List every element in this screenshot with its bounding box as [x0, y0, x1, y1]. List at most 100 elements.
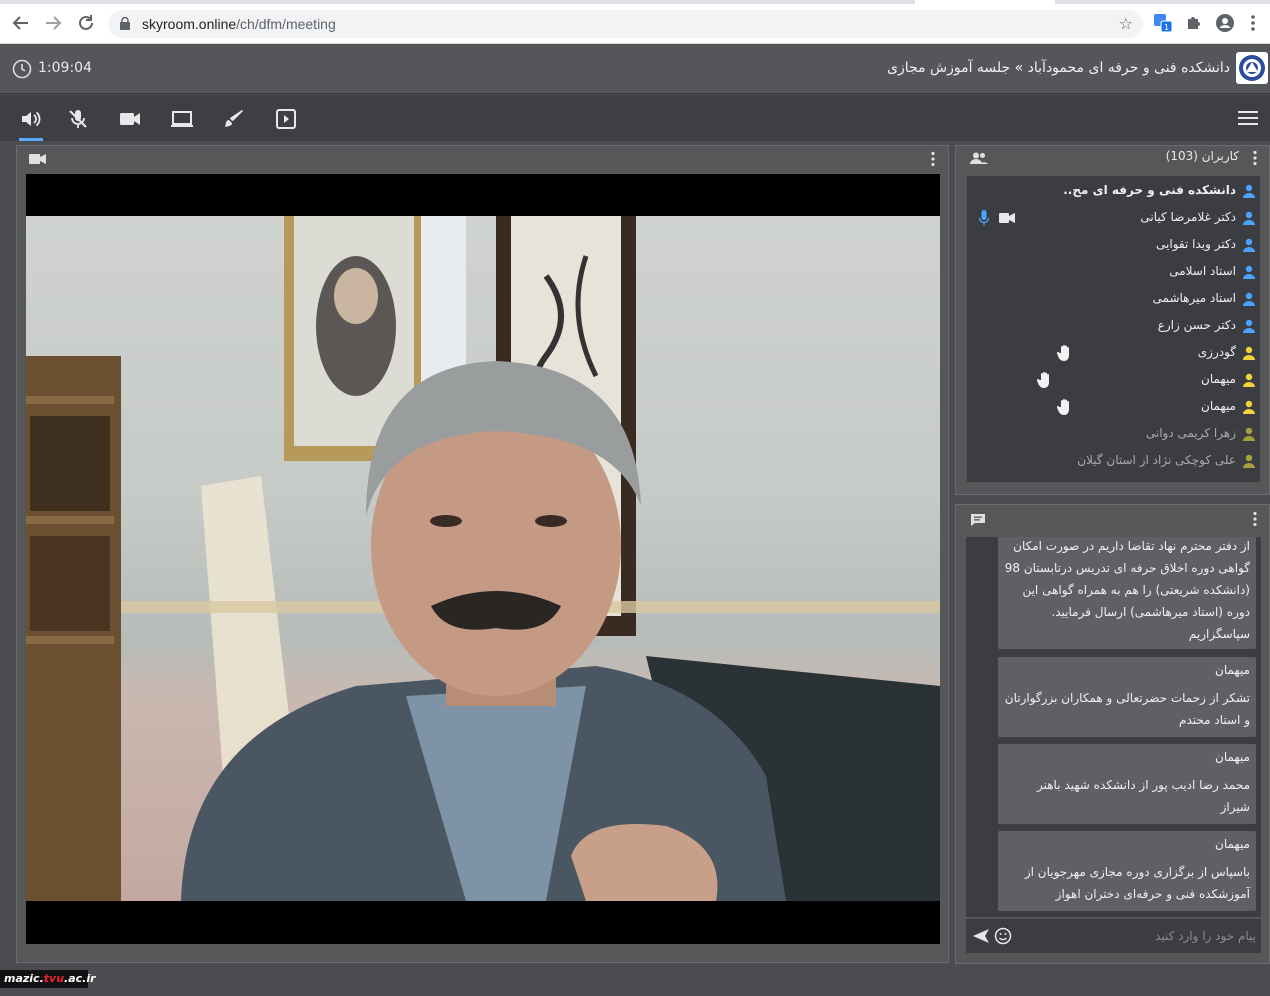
user-row[interactable]: زهرا کریمی دوانی: [967, 421, 1260, 448]
media-toolbar: [0, 95, 1270, 141]
message-sender: میهمان: [1215, 663, 1250, 677]
footer: [0, 967, 1270, 996]
user-row[interactable]: میهمان: [967, 367, 1260, 394]
user-name: دکتر غلامرضا کیانی: [1140, 210, 1236, 224]
active-tab[interactable]: [915, 0, 1055, 4]
screen-share-button[interactable]: [170, 107, 194, 131]
user-row[interactable]: گودرزی: [967, 340, 1260, 367]
tab-strip: [0, 0, 1270, 4]
url-host: skyroom.online: [142, 16, 237, 32]
forward-button[interactable]: [42, 12, 64, 34]
chat-messages[interactable]: از دفتر محترم نهاد تقاضا داریم در صورت ا…: [966, 537, 1261, 917]
emoji-icon[interactable]: [994, 927, 1012, 945]
address-bar[interactable]: skyroom.online/ch/dfm/meeting ☆: [108, 10, 1143, 38]
clock-icon: [12, 59, 32, 79]
reload-icon: [79, 15, 93, 30]
user-row[interactable]: استاد اسلامی: [967, 259, 1260, 286]
camera-on-icon: [999, 213, 1015, 223]
chat-options-icon[interactable]: [1253, 511, 1257, 527]
user-icon: [1243, 238, 1255, 252]
user-name: دکتر ویدا تقوایی: [1156, 237, 1236, 251]
message-text: باسپاس از برگزاری دوره مجازی مهرجویان از…: [1024, 865, 1250, 901]
institution-logo: [1236, 52, 1268, 84]
user-icon: [1243, 373, 1255, 387]
whiteboard-button[interactable]: [222, 107, 246, 131]
url-path: /ch/dfm/meeting: [236, 16, 336, 32]
user-name: گودرزی: [1197, 345, 1236, 359]
send-icon[interactable]: [972, 927, 990, 945]
user-icon: [1243, 427, 1255, 441]
mic-off-icon: [69, 110, 87, 128]
chat-bubble-icon: [971, 514, 985, 526]
user-row[interactable]: دکتر حسن زارع: [967, 313, 1260, 340]
user-name: میهمان: [1201, 372, 1236, 386]
user-name: زهرا کریمی دوانی: [1145, 426, 1236, 440]
user-icon: [1243, 265, 1255, 279]
user-icon: [1243, 319, 1255, 333]
svg-text:1: 1: [1164, 23, 1169, 32]
arrow-right-icon: [46, 16, 62, 30]
video-options-icon[interactable]: [931, 151, 935, 167]
user-name: دکتر حسن زارع: [1157, 318, 1236, 332]
users-group-icon: [970, 152, 988, 164]
user-row[interactable]: دکتر غلامرضا کیانی: [967, 205, 1260, 232]
user-icon: [1243, 292, 1255, 306]
watermark-suffix: .ac.ir: [64, 972, 96, 985]
speaker-icon: [22, 111, 41, 127]
webcam-feed: [26, 216, 940, 901]
chat-message: از دفتر محترم نهاد تقاضا داریم در صورت ا…: [998, 537, 1256, 649]
browser-toolbar: skyroom.online/ch/dfm/meeting ☆ 1: [0, 0, 1270, 44]
translate-extension-icon[interactable]: 1: [1153, 13, 1173, 33]
chat-message: میهمان تشکر از زحمات حضرتعالی و همکاران ب…: [998, 657, 1256, 737]
extensions-puzzle-icon[interactable]: [1184, 13, 1204, 33]
room-title: دانشکده فنی و حرفه ای محمودآباد » جلسه آ…: [887, 60, 1230, 76]
user-row[interactable]: علی کوچکی نژاد از استان گیلان: [967, 448, 1260, 475]
watermark-accent: tvu: [43, 972, 65, 985]
lock-icon: [120, 17, 130, 30]
message-text: محمد رضا ادیب پور از دانشکده شهید باهنر …: [1036, 778, 1250, 814]
browser-menu-icon[interactable]: [1249, 13, 1257, 33]
app: skyroom.online/ch/dfm/meeting ☆ 1 1:09:0…: [0, 0, 1270, 996]
profile-avatar-icon[interactable]: [1215, 13, 1235, 33]
meeting-timer: 1:09:04: [38, 60, 92, 76]
user-row[interactable]: دانشکده فنی و حرفه ای مح..: [967, 178, 1260, 205]
chat-composer: [966, 919, 1261, 953]
users-options-icon[interactable]: [1253, 150, 1257, 166]
presentation-button[interactable]: [274, 107, 298, 131]
raised-hand-icon: [1057, 345, 1069, 361]
presentation-icon: [276, 109, 296, 129]
users-list[interactable]: دانشکده فنی و حرفه ای مح.. دکتر غلامرضا ک…: [966, 175, 1261, 483]
message-sender: میهمان: [1215, 750, 1250, 764]
video-stream[interactable]: [26, 174, 940, 944]
speaker-button[interactable]: [19, 107, 43, 141]
bookmark-star-icon[interactable]: ☆: [1119, 14, 1133, 33]
video-camera-icon: [29, 154, 46, 164]
message-text: تشکر از زحمات حضرتعالی و همکاران بزرگوار…: [1004, 691, 1250, 727]
back-button[interactable]: [10, 12, 32, 34]
mic-on-icon: [979, 210, 989, 226]
message-text: از دفتر محترم نهاد تقاضا داریم در صورت ا…: [1004, 539, 1250, 641]
chat-panel: از دفتر محترم نهاد تقاضا داریم در صورت ا…: [955, 504, 1270, 964]
message-sender: میهمان: [1215, 837, 1250, 851]
user-icon: [1243, 400, 1255, 414]
user-row[interactable]: دکتر ویدا تقوایی: [967, 232, 1260, 259]
hamburger-menu-icon[interactable]: [1238, 109, 1258, 127]
arrow-left-icon: [12, 16, 28, 30]
user-icon: [1243, 454, 1255, 468]
raised-hand-icon: [1057, 399, 1069, 415]
meeting-header: 1:09:04 دانشکده فنی و حرفه ای محمودآباد …: [0, 44, 1270, 94]
user-name: میهمان: [1201, 399, 1236, 413]
url-text: skyroom.online/ch/dfm/meeting: [142, 16, 336, 32]
video-panel: [16, 145, 949, 963]
chat-message: میهمان محمد رضا ادیب پور از دانشکده شهید …: [998, 744, 1256, 824]
user-row[interactable]: میهمان: [967, 394, 1260, 421]
users-count-title: کاربران (103): [1165, 149, 1239, 163]
microphone-button[interactable]: [66, 107, 90, 131]
watermark: mazic.tvu.ac.ir: [0, 970, 96, 988]
user-name: استاد میرهاشمی: [1152, 291, 1236, 305]
reload-button[interactable]: [75, 12, 97, 34]
chat-message-input[interactable]: [1020, 925, 1256, 947]
user-row[interactable]: استاد میرهاشمی: [967, 286, 1260, 313]
user-icon: [1243, 346, 1255, 360]
camera-button[interactable]: [118, 107, 142, 131]
